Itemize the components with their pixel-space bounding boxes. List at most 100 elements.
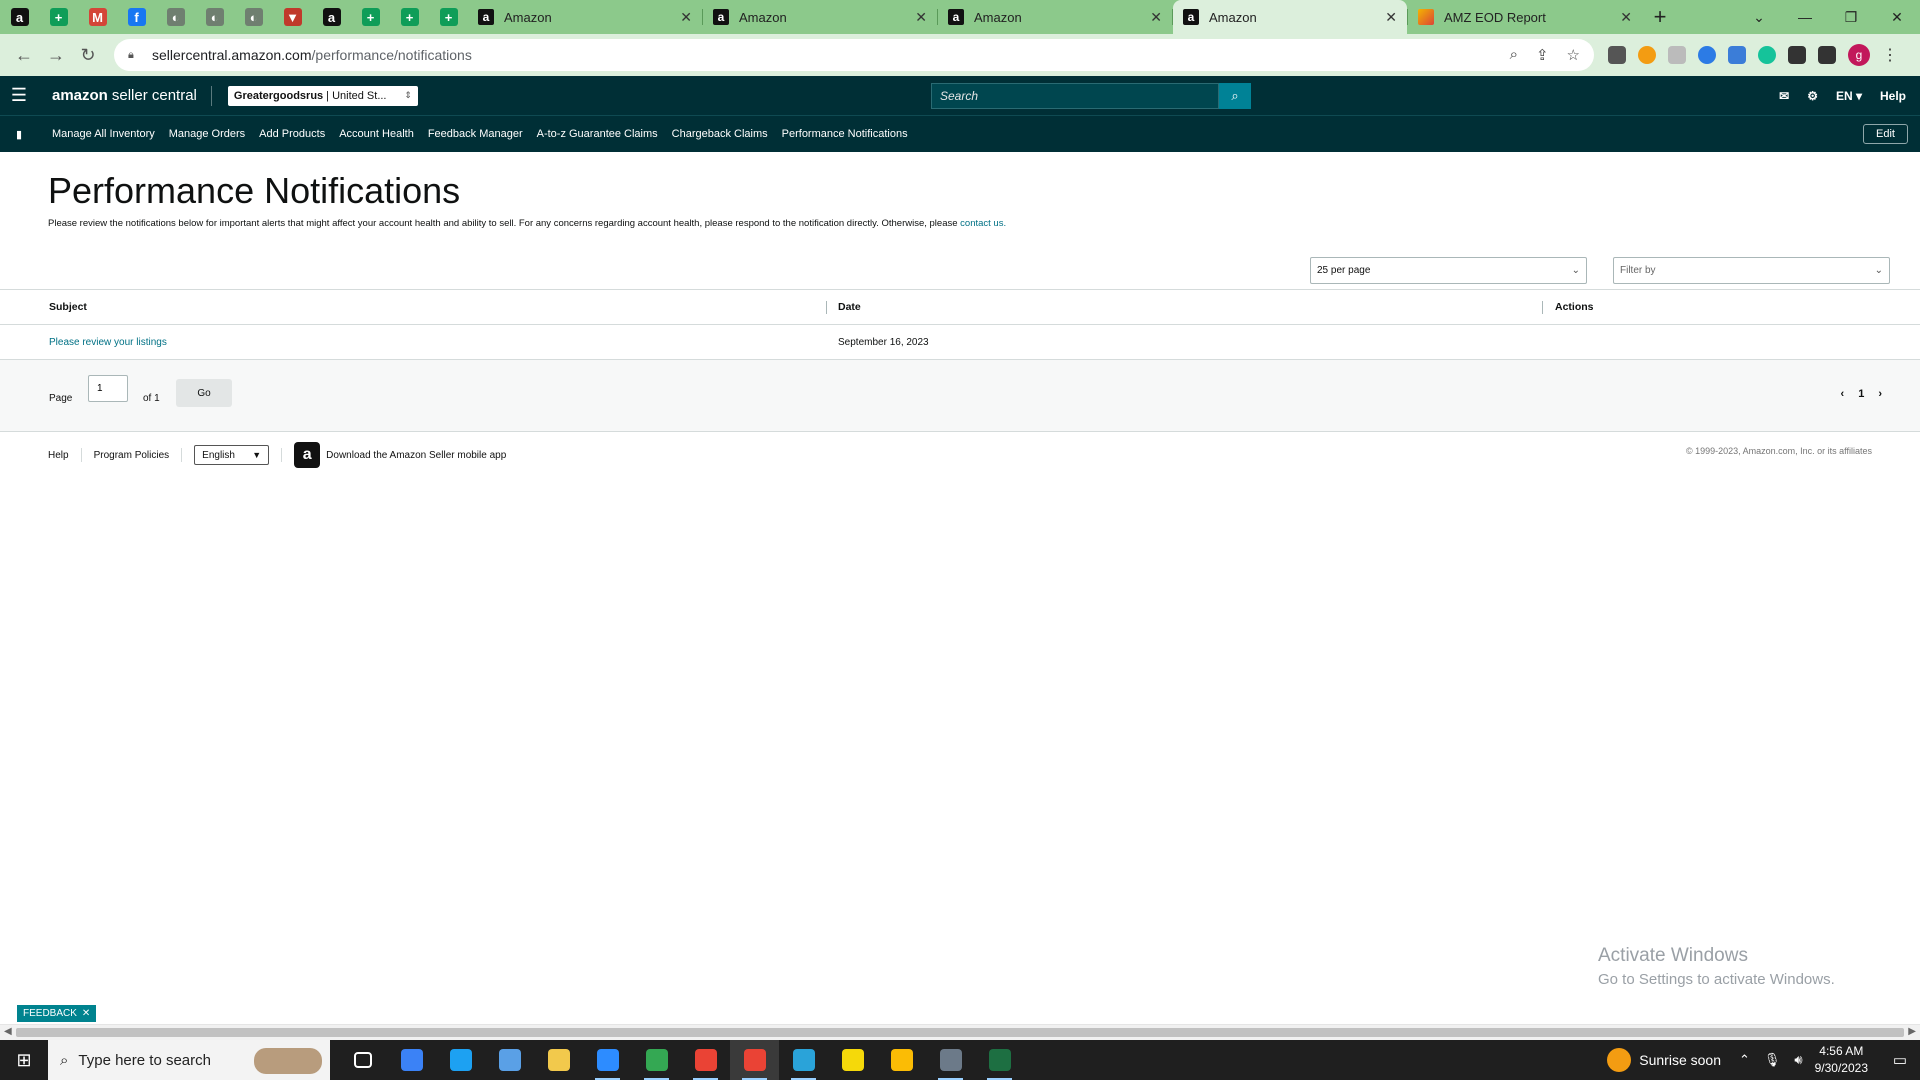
windows-start-icon[interactable]: ⊞ xyxy=(0,1040,48,1080)
chevron-up-icon[interactable]: ⌃ xyxy=(1739,1052,1750,1068)
chevron-left-icon[interactable]: ‹ xyxy=(1841,388,1845,400)
taskbar-app[interactable] xyxy=(534,1040,583,1080)
extension-icon[interactable] xyxy=(1698,46,1716,64)
nav-link-performance-notifications[interactable]: Performance Notifications xyxy=(782,128,908,140)
bookmark-icon[interactable]: ▮ xyxy=(0,128,38,141)
scroll-left-arrow-icon[interactable]: ◀ xyxy=(4,1026,12,1037)
footer-language-select[interactable]: English ▼ xyxy=(194,445,270,465)
pinned-tab[interactable]: ◐ xyxy=(234,0,273,34)
go-button[interactable]: Go xyxy=(176,379,232,407)
pinned-tab[interactable]: + xyxy=(351,0,390,34)
nav-link-manage-all-inventory[interactable]: Manage All Inventory xyxy=(52,128,155,140)
pinned-tab[interactable]: a xyxy=(312,0,351,34)
pinned-tab[interactable]: ▼ xyxy=(273,0,312,34)
profile-avatar[interactable]: g xyxy=(1848,44,1870,66)
close-tab-icon[interactable]: ✕ xyxy=(1385,9,1397,26)
taskbar-app[interactable] xyxy=(583,1040,632,1080)
extension-icon[interactable] xyxy=(1638,46,1656,64)
close-tab-icon[interactable]: ✕ xyxy=(1620,9,1632,26)
footer-program-policies-link[interactable]: Program Policies xyxy=(94,450,170,461)
browser-tab[interactable]: AMZ EOD Report ✕ xyxy=(1408,0,1642,34)
feedback-button[interactable]: FEEDBACK ✕ xyxy=(17,1005,97,1022)
weather-widget[interactable]: Sunrise soon xyxy=(1607,1048,1721,1072)
page-number-input[interactable] xyxy=(88,375,128,402)
taskbar-app[interactable] xyxy=(338,1040,387,1080)
close-tab-icon[interactable]: ✕ xyxy=(915,9,927,26)
tab-search-icon[interactable]: ⌄ xyxy=(1736,0,1782,34)
back-button[interactable]: ← xyxy=(8,39,40,71)
nav-link-add-products[interactable]: Add Products xyxy=(259,128,325,140)
col-header-subject[interactable]: Subject xyxy=(49,301,87,313)
address-bar[interactable]: 🔒︎ sellercentral.amazon.com/performance/… xyxy=(114,39,1594,71)
pinned-tab[interactable]: + xyxy=(429,0,468,34)
reload-button[interactable]: ↻ xyxy=(72,39,104,71)
gear-icon[interactable]: ⚙ xyxy=(1807,89,1818,103)
kebab-menu-icon[interactable]: ⋮ xyxy=(1882,45,1898,65)
filter-select[interactable]: Filter by ⌄ xyxy=(1613,257,1890,284)
taskbar-app[interactable] xyxy=(828,1040,877,1080)
browser-tab[interactable]: a Amazon ✕ xyxy=(703,0,937,34)
download-app-link[interactable]: Download the Amazon Seller mobile app xyxy=(326,450,506,461)
col-header-date[interactable]: Date xyxy=(838,301,861,313)
browser-tab[interactable]: a Amazon ✕ xyxy=(938,0,1172,34)
chevron-right-icon[interactable]: › xyxy=(1878,388,1882,400)
nav-link-account-health[interactable]: Account Health xyxy=(339,128,414,140)
notification-center-icon[interactable]: ▭ xyxy=(1880,1051,1920,1069)
minimize-button[interactable]: — xyxy=(1782,0,1828,34)
taskbar-app[interactable] xyxy=(975,1040,1024,1080)
contact-us-link[interactable]: contact us. xyxy=(960,218,1006,229)
nav-link-a-to-z-claims[interactable]: A-to-z Guarantee Claims xyxy=(537,128,658,140)
extension-icon[interactable] xyxy=(1608,46,1626,64)
pinned-tab[interactable]: M xyxy=(78,0,117,34)
pinned-tab[interactable]: ◐ xyxy=(195,0,234,34)
close-tab-icon[interactable]: ✕ xyxy=(1150,9,1162,26)
zoom-icon[interactable]: ⌕ xyxy=(1510,46,1518,64)
pinned-tab[interactable]: f xyxy=(117,0,156,34)
bookmark-star-icon[interactable]: ☆ xyxy=(1567,46,1580,64)
page-number-current[interactable]: 1 xyxy=(1858,388,1864,400)
close-window-button[interactable]: ✕ xyxy=(1874,0,1920,34)
nav-link-manage-orders[interactable]: Manage Orders xyxy=(169,128,245,140)
per-page-select[interactable]: 25 per page ⌄ xyxy=(1310,257,1587,284)
search-button[interactable]: ⌕ xyxy=(1219,83,1251,109)
microphone-icon[interactable]: 🎙︎ xyxy=(1764,1052,1781,1068)
taskbar-app[interactable] xyxy=(926,1040,975,1080)
puzzle-icon[interactable] xyxy=(1788,46,1806,64)
pinned-tab[interactable]: + xyxy=(39,0,78,34)
taskbar-app[interactable] xyxy=(779,1040,828,1080)
new-tab-button[interactable]: + xyxy=(1642,0,1678,34)
taskbar-search[interactable]: ⌕ Type here to search xyxy=(48,1040,330,1080)
close-tab-icon[interactable]: ✕ xyxy=(680,9,692,26)
pinned-tab[interactable]: a xyxy=(0,0,39,34)
language-selector[interactable]: EN ▾ xyxy=(1836,89,1862,103)
scroll-right-arrow-icon[interactable]: ▶ xyxy=(1908,1026,1916,1037)
pinned-tab[interactable]: + xyxy=(390,0,429,34)
extension-icon[interactable] xyxy=(1728,46,1746,64)
edit-nav-button[interactable]: Edit xyxy=(1863,124,1908,144)
horizontal-scrollbar[interactable]: ◀ ▶ xyxy=(0,1024,1920,1040)
taskbar-app[interactable] xyxy=(632,1040,681,1080)
taskbar-app[interactable] xyxy=(387,1040,436,1080)
taskbar-app[interactable] xyxy=(681,1040,730,1080)
browser-tab[interactable]: a Amazon ✕ xyxy=(1173,0,1407,34)
mail-icon[interactable]: ✉ xyxy=(1779,89,1789,103)
notification-subject-link[interactable]: Please review your listings xyxy=(49,337,167,348)
amazon-app-icon[interactable]: a xyxy=(294,442,321,468)
taskbar-clock[interactable]: 4:56 AM 9/30/2023 xyxy=(1815,1043,1868,1077)
scrollbar-thumb[interactable] xyxy=(16,1028,1904,1037)
taskbar-app[interactable] xyxy=(877,1040,926,1080)
pinned-tab[interactable]: ◐ xyxy=(156,0,195,34)
close-icon[interactable]: ✕ xyxy=(82,1008,90,1019)
share-icon[interactable]: ⇪ xyxy=(1536,46,1549,64)
extension-icon[interactable] xyxy=(1668,46,1686,64)
account-selector[interactable]: Greatergoodsrus | United St... ⇕ xyxy=(227,85,418,106)
nav-link-chargeback-claims[interactable]: Chargeback Claims xyxy=(672,128,768,140)
taskbar-app[interactable] xyxy=(436,1040,485,1080)
taskbar-app[interactable] xyxy=(485,1040,534,1080)
browser-tab[interactable]: a Amazon ✕ xyxy=(468,0,702,34)
restore-button[interactable]: ❐ xyxy=(1828,0,1874,34)
header-search-input[interactable] xyxy=(931,83,1219,109)
seller-central-logo[interactable]: amazon seller central xyxy=(38,85,212,106)
nav-link-feedback-manager[interactable]: Feedback Manager xyxy=(428,128,523,140)
volume-icon[interactable]: 🔊︎ xyxy=(1794,1052,1802,1068)
